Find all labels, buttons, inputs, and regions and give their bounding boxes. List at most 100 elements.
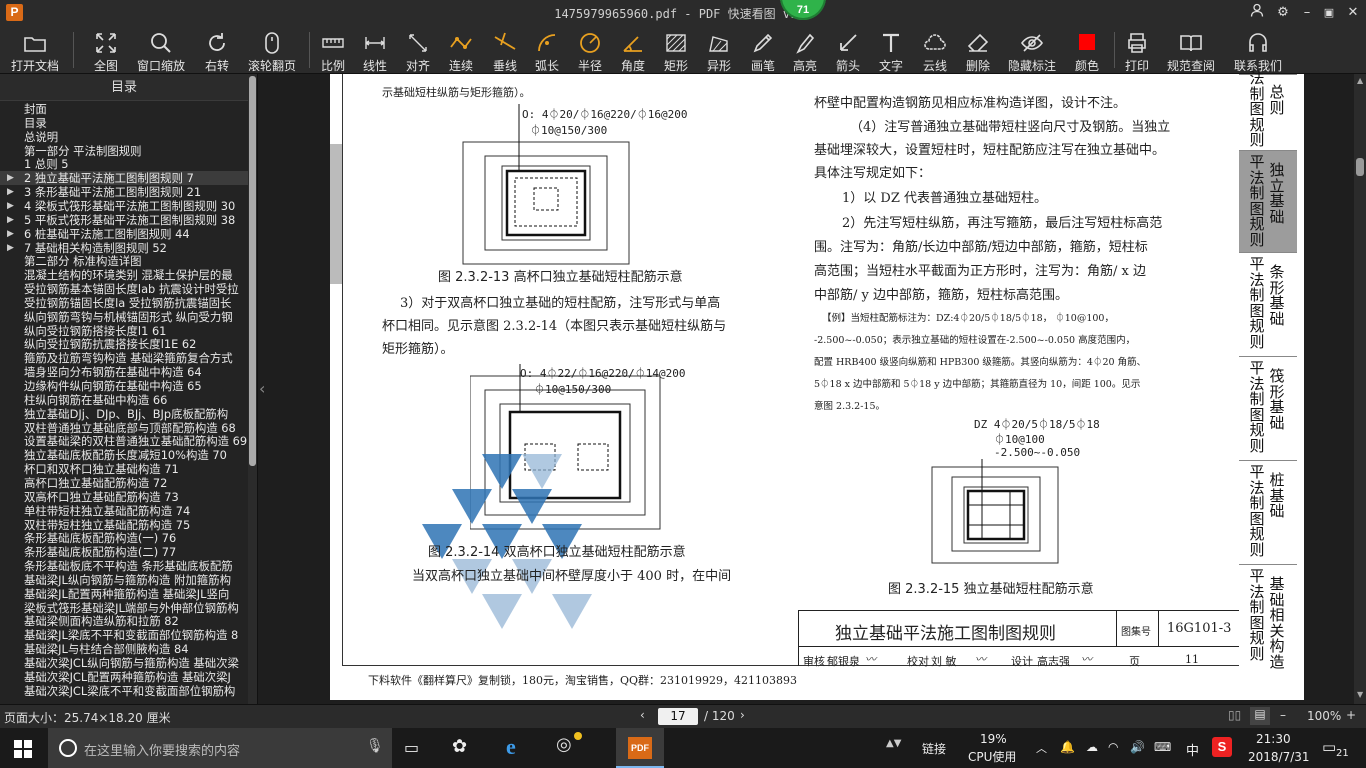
taskbar-search-box[interactable]: 在这里输入你要搜索的内容 🎙 <box>48 728 392 768</box>
chrome-like-icon[interactable]: ◎ <box>556 734 572 755</box>
expand-arrow-icon[interactable]: ▶ <box>7 171 14 185</box>
toc-item[interactable]: 纵向钢筋弯钩与机械锚固形式 纵向受力钢 <box>0 310 248 324</box>
taskbar-pdf-app[interactable]: PDF <box>616 728 664 768</box>
toolbar-button-cloud[interactable]: 云线 <box>915 26 955 74</box>
toolbar-button-mouse[interactable]: 滚轮翻页 <box>244 26 300 74</box>
toolbar-button-book[interactable]: 规范查阅 <box>1163 26 1219 74</box>
section-tab[interactable]: 平法制图规则 桩基础 <box>1239 460 1297 564</box>
toolbar-button-fullview[interactable]: 全图 <box>86 26 126 74</box>
toc-item[interactable]: 墙身竖向分布钢筋在基础中构造 64 <box>0 365 248 379</box>
toolbar-button-brush[interactable]: 画笔 <box>743 26 783 74</box>
toc-item[interactable]: 基础次梁JCL纵向钢筋与箍筋构造 基础次梁 <box>0 656 248 670</box>
toc-item[interactable]: 双高杯口独立基础配筋构造 73 <box>0 490 248 504</box>
tray-scroll-icon[interactable]: ▲▼ <box>886 738 901 749</box>
toc-item[interactable]: 目录 <box>0 116 248 130</box>
toc-item[interactable]: 边缘构件纵向钢筋在基础中构造 65 <box>0 379 248 393</box>
toc-item[interactable]: 基础梁JL与柱结合部侧腋构造 84 <box>0 642 248 656</box>
zoom-level[interactable]: 100% <box>1307 709 1341 723</box>
toc-item[interactable]: 条形基础板底不平构造 条形基础底板配筋 <box>0 559 248 573</box>
toc-item[interactable]: 条形基础底板配筋构造(一) 76 <box>0 531 248 545</box>
toc-item[interactable]: 独立基础DJj、DJp、BJj、BJp底板配筋构 <box>0 407 248 421</box>
microphone-icon[interactable]: 🎙 <box>366 738 384 754</box>
toc-item[interactable]: 1 总则 5 <box>0 157 248 171</box>
continuous-view-icon[interactable]: ▤ <box>1250 707 1270 725</box>
tray-chevron-icon[interactable]: ︿ <box>1036 740 1047 756</box>
toc-item[interactable]: 独立基础底板配筋长度减短10%构造 70 <box>0 448 248 462</box>
section-tab[interactable]: 法制图规则 总则 <box>1239 70 1297 150</box>
cloud-sync-icon[interactable]: ☁ <box>1086 740 1098 754</box>
toolbar-button-arc-length[interactable]: 弧长 <box>527 26 567 74</box>
windows-start-icon[interactable] <box>14 740 32 761</box>
toc-item[interactable]: 杯口和双杯口独立基础构造 71 <box>0 462 248 476</box>
toolbar-button-highlight[interactable]: 高亮 <box>785 26 825 74</box>
action-center-icon[interactable]: ▭ <box>1322 738 1336 756</box>
toc-item[interactable]: 纵向受拉钢筋搭接长度l1 61 <box>0 324 248 338</box>
scroll-up-icon[interactable]: ▲ <box>1357 76 1363 85</box>
toc-item[interactable]: ▶ 3 条形基础平法施工图制图规则 21 <box>0 185 248 199</box>
toc-item[interactable]: 箍筋及拉筋弯钩构造 基础梁箍筋复合方式 <box>0 351 248 365</box>
scroll-down-icon[interactable]: ▼ <box>1357 690 1363 699</box>
clock-date[interactable]: 2018/7/31 <box>1248 750 1310 764</box>
section-tab[interactable]: 平法制图规则 条形基础 <box>1239 252 1297 356</box>
toolbar-button-angle[interactable]: 角度 <box>613 26 653 74</box>
toolbar-button-align-dim[interactable]: 对齐 <box>398 26 438 74</box>
edge-browser-icon[interactable]: e <box>506 734 516 760</box>
toc-item[interactable]: ▶ 6 桩基础平法施工图制图规则 44 <box>0 227 248 241</box>
toc-scroll-thumb[interactable] <box>249 76 256 466</box>
toolbar-button-eraser[interactable]: 删除 <box>958 26 998 74</box>
toolbar-button-support[interactable]: 联系我们 <box>1230 26 1286 74</box>
toc-item[interactable]: ▶ 2 独立基础平法施工图制图规则 7 <box>0 171 248 186</box>
toc-item[interactable]: 第二部分 标准构造详图 <box>0 254 248 268</box>
toc-item[interactable]: 基础梁JL梁底不平和变截面部位钢筋构造 8 <box>0 628 248 642</box>
expand-arrow-icon[interactable]: ▶ <box>7 199 14 213</box>
toc-item[interactable]: 纵向受拉钢筋抗震搭接长度l1E 62 <box>0 337 248 351</box>
toc-item[interactable]: 设置基础梁的双柱普通独立基础配筋构造 69 <box>0 434 248 448</box>
keyboard-icon[interactable]: ⌨ <box>1154 740 1171 754</box>
toc-item[interactable]: 受拉钢筋基本锚固长度lab 抗震设计时受拉 <box>0 282 248 296</box>
toc-item[interactable]: 受拉钢筋锚固长度la 受拉钢筋抗震锚固长 <box>0 296 248 310</box>
toolbar-button-continuous-dim[interactable]: 连续 <box>441 26 481 74</box>
maximize-button[interactable]: ▣ <box>1318 3 1340 23</box>
zoom-in-button[interactable]: + <box>1346 708 1356 722</box>
toolbar-button-scale[interactable]: 比例 <box>313 26 353 74</box>
toc-item[interactable]: 混凝土结构的环境类别 混凝土保护层的最 <box>0 268 248 282</box>
collapse-sidebar-button[interactable]: ‹ <box>258 74 270 704</box>
toc-item[interactable]: ▶ 4 梁板式筏形基础平法施工图制图规则 30 <box>0 199 248 213</box>
toolbar-button-rotate[interactable]: 右转 <box>197 26 237 74</box>
document-scroll-thumb[interactable] <box>1356 158 1364 176</box>
sogou-input-icon[interactable]: S <box>1212 737 1232 757</box>
tray-bell-icon[interactable]: 🔔 <box>1060 740 1075 754</box>
pinwheel-app-icon[interactable]: ✿ <box>452 736 467 757</box>
toolbar-button-polygon[interactable]: 异形 <box>699 26 739 74</box>
close-button[interactable]: ✕ <box>1342 3 1364 23</box>
toc-item[interactable]: 柱纵向钢筋在基础中构造 66 <box>0 393 248 407</box>
ime-indicator[interactable]: 中 <box>1186 740 1199 759</box>
toolbar-button-text[interactable]: 文字 <box>871 26 911 74</box>
toolbar-button-hide[interactable]: 隐藏标注 <box>1004 26 1060 74</box>
toc-item[interactable]: 基础次梁JCL梁底不平和变截面部位钢筋构 <box>0 684 248 698</box>
toc-item[interactable]: ▶ 7 基础相关构造制图规则 52 <box>0 241 248 255</box>
expand-arrow-icon[interactable]: ▶ <box>7 185 14 199</box>
toc-item[interactable]: 基础梁JL纵向钢筋与箍筋构造 附加箍筋构 <box>0 573 248 587</box>
expand-arrow-icon[interactable]: ▶ <box>7 241 14 255</box>
minimize-button[interactable]: – <box>1296 3 1318 23</box>
zoom-out-button[interactable]: – <box>1280 708 1286 722</box>
single-page-view-icon[interactable]: ▯▯ <box>1228 708 1241 722</box>
wifi-icon[interactable]: ◠ <box>1108 740 1118 754</box>
clock-time[interactable]: 21:30 <box>1256 732 1291 746</box>
network-label[interactable]: 链接 <box>922 740 946 757</box>
section-tab[interactable]: 平法制图规则 基础相关构造 <box>1239 564 1297 670</box>
volume-icon[interactable]: 🔊 <box>1130 740 1145 754</box>
expand-arrow-icon[interactable]: ▶ <box>7 227 14 241</box>
toc-item[interactable]: 单柱带短柱独立基础配筋构造 74 <box>0 504 248 518</box>
toc-item[interactable]: 双柱普通独立基础底部与顶部配筋构造 68 <box>0 421 248 435</box>
toc-item[interactable]: 双柱带短柱独立基础配筋构造 75 <box>0 518 248 532</box>
toc-item[interactable]: 条形基础底板配筋构造(二) 77 <box>0 545 248 559</box>
toc-item[interactable]: 总说明 <box>0 130 248 144</box>
page-number-input[interactable]: 17 <box>658 708 698 725</box>
user-icon[interactable] <box>1246 3 1268 23</box>
toolbar-button-radius[interactable]: 半径 <box>570 26 610 74</box>
toolbar-button-zoom[interactable]: 窗口缩放 <box>133 26 189 74</box>
toolbar-button-arrow[interactable]: 箭头 <box>828 26 868 74</box>
toolbar-button-printer[interactable]: 打印 <box>1117 26 1157 74</box>
